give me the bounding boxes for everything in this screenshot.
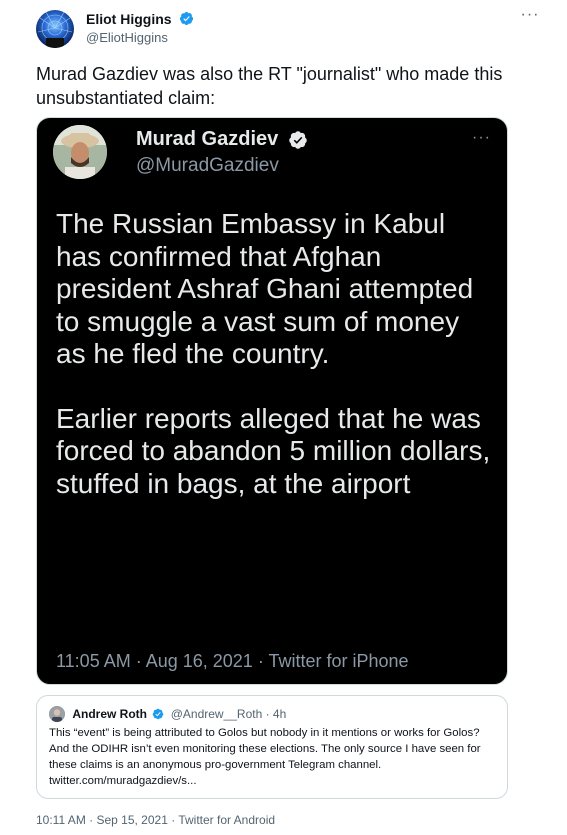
- media-tweet-text: The Russian Embassy in Kabul has confirm…: [56, 208, 496, 500]
- author-name[interactable]: Eliot Higgins: [86, 11, 172, 27]
- media-paragraph-1: The Russian Embassy in Kabul has confirm…: [56, 208, 474, 369]
- tweet-text: Murad Gazdiev was also the RT "journalis…: [36, 64, 503, 108]
- verified-badge-icon: [153, 708, 164, 720]
- author-handle[interactable]: @EliotHiggins: [86, 30, 194, 45]
- quote-text: This “event” is being attributed to Golo…: [49, 727, 481, 787]
- media-timestamp: 11:05 AM · Aug 16, 2021 · Twitter for iP…: [56, 651, 409, 671]
- tweet-header: Eliot Higgins @EliotHiggins ···: [36, 7, 538, 52]
- verified-badge-icon: [288, 130, 307, 149]
- media-paragraph-2: Earlier reports alleged that he was forc…: [56, 402, 491, 499]
- author-avatar[interactable]: [36, 10, 74, 48]
- media-author-avatar: [53, 125, 107, 179]
- media-author-name: Murad Gazdiev: [136, 128, 279, 150]
- more-horizontal-icon: ···: [472, 129, 491, 146]
- more-horizontal-icon[interactable]: ···: [520, 7, 540, 24]
- tweet-media-image[interactable]: Murad Gazdiev @MuradGazdiev ··· The Russ…: [36, 117, 508, 685]
- quote-author-name: Andrew Roth: [72, 707, 148, 721]
- verified-badge-icon: [179, 12, 194, 26]
- quote-author-handle: @Andrew__Roth · 4h: [170, 707, 287, 721]
- media-author-handle: @MuradGazdiev: [136, 155, 279, 176]
- quote-tweet[interactable]: Andrew Roth @Andrew__Roth · 4h This “eve…: [36, 695, 508, 799]
- tweet-timestamp[interactable]: 10:11 AM · Sep 15, 2021 · Twitter for An…: [36, 813, 275, 827]
- quote-header: Andrew Roth @Andrew__Roth · 4h: [49, 706, 286, 722]
- quote-author-avatar: [49, 706, 65, 722]
